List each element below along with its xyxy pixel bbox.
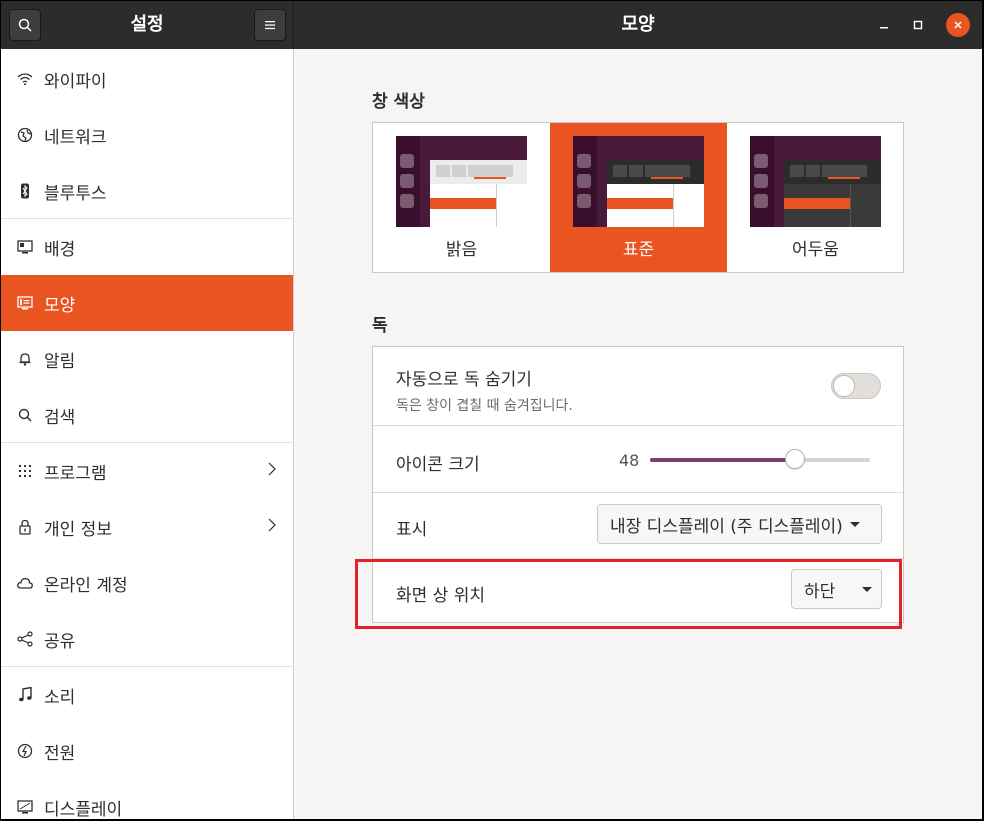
sidebar-item-online-accounts[interactable]: 온라인 계정 bbox=[1, 555, 293, 611]
sidebar: 와이파이 네트워크 블루투스 배경 모양 알림 검색 프로그램 개인 정보 온라… bbox=[1, 49, 294, 819]
sidebar-item-network[interactable]: 네트워크 bbox=[1, 107, 293, 163]
maximize-button[interactable] bbox=[906, 13, 930, 37]
appearance-icon bbox=[17, 295, 33, 311]
sidebar-item-bluetooth[interactable]: 블루투스 bbox=[1, 163, 293, 219]
sidebar-header: 설정 bbox=[1, 1, 294, 49]
sidebar-item-label: 모양 bbox=[44, 295, 76, 316]
theme-selector: 밝음 표준 어두움 bbox=[372, 122, 904, 273]
toggle-knob bbox=[833, 375, 855, 397]
standard-theme-preview bbox=[573, 136, 704, 227]
sidebar-item-search[interactable]: 검색 bbox=[1, 387, 293, 443]
menu-button[interactable] bbox=[254, 9, 286, 41]
theme-label: 밝음 bbox=[445, 240, 478, 260]
wifi-icon bbox=[17, 71, 33, 87]
auto-hide-description: 독은 창이 겹칠 때 숨겨집니다. bbox=[396, 398, 573, 414]
dock-title: 독 bbox=[372, 316, 388, 336]
bluetooth-icon bbox=[17, 183, 33, 199]
sidebar-item-appearance[interactable]: 모양 bbox=[1, 275, 293, 331]
apps-grid-icon bbox=[17, 463, 33, 479]
hamburger-icon bbox=[265, 21, 275, 30]
chevron-right-icon bbox=[268, 462, 276, 476]
power-icon bbox=[17, 743, 33, 759]
minimize-icon bbox=[880, 27, 888, 29]
sidebar-item-privacy[interactable]: 개인 정보 bbox=[1, 499, 293, 555]
settings-window: 설정 모양 와이파이 네트워크 블루투스 배경 모양 알림 검색 프로그램 개인… bbox=[1, 1, 982, 819]
sidebar-item-applications[interactable]: 프로그램 bbox=[1, 443, 293, 499]
dark-theme-preview bbox=[750, 136, 881, 227]
light-theme-preview bbox=[396, 136, 527, 227]
theme-option-standard[interactable]: 표준 bbox=[550, 123, 727, 272]
icon-size-slider[interactable] bbox=[650, 449, 870, 469]
auto-hide-label: 자동으로 독 숨기기 bbox=[396, 370, 532, 390]
row-divider bbox=[373, 492, 903, 493]
auto-hide-toggle[interactable] bbox=[831, 373, 881, 399]
sidebar-item-label: 검색 bbox=[44, 407, 76, 428]
window-colors-title: 창 색상 bbox=[372, 92, 425, 112]
sidebar-item-label: 공유 bbox=[44, 631, 76, 652]
sidebar-item-background[interactable]: 배경 bbox=[1, 219, 293, 275]
sidebar-item-label: 프로그램 bbox=[44, 463, 107, 484]
icon-size-value: 48 bbox=[619, 451, 640, 470]
bell-icon bbox=[17, 351, 33, 367]
close-icon bbox=[954, 21, 962, 29]
sidebar-item-display[interactable]: 디스플레이 bbox=[1, 779, 293, 819]
search-icon bbox=[18, 18, 32, 32]
icon-size-label: 아이콘 크기 bbox=[396, 455, 480, 475]
sidebar-item-label: 알림 bbox=[44, 351, 76, 372]
search-icon bbox=[17, 407, 33, 423]
sidebar-title: 설정 bbox=[130, 14, 164, 35]
row-divider bbox=[373, 425, 903, 426]
display-icon bbox=[17, 799, 33, 815]
slider-fill bbox=[650, 458, 796, 462]
maximize-icon bbox=[913, 20, 923, 30]
dropdown-arrow-icon bbox=[849, 521, 860, 527]
theme-option-light[interactable]: 밝음 bbox=[373, 123, 550, 272]
sidebar-item-power[interactable]: 전원 bbox=[1, 723, 293, 779]
sidebar-item-wifi[interactable]: 와이파이 bbox=[1, 51, 293, 107]
sidebar-item-label: 온라인 계정 bbox=[44, 575, 128, 596]
sidebar-item-sharing[interactable]: 공유 bbox=[1, 611, 293, 667]
header-bar: 설정 모양 bbox=[1, 1, 982, 49]
sidebar-item-label: 배경 bbox=[44, 239, 76, 260]
network-icon bbox=[17, 127, 33, 143]
show-on-label: 표시 bbox=[396, 520, 428, 540]
slider-handle[interactable] bbox=[785, 449, 806, 469]
sidebar-item-sound[interactable]: 소리 bbox=[1, 667, 293, 723]
sidebar-item-notifications[interactable]: 알림 bbox=[1, 331, 293, 387]
theme-label: 어두움 bbox=[792, 240, 839, 260]
close-button[interactable] bbox=[946, 13, 970, 37]
theme-option-dark[interactable]: 어두움 bbox=[727, 123, 904, 272]
sidebar-item-label: 개인 정보 bbox=[44, 519, 112, 540]
show-on-dropdown[interactable]: 내장 디스플레이 (주 디스플레이) bbox=[597, 504, 882, 544]
sidebar-item-label: 네트워크 bbox=[44, 127, 107, 148]
sidebar-item-label: 전원 bbox=[44, 743, 76, 764]
search-button[interactable] bbox=[9, 9, 41, 41]
theme-label: 표준 bbox=[622, 240, 655, 260]
sidebar-item-label: 블루투스 bbox=[44, 183, 107, 204]
share-icon bbox=[17, 631, 33, 647]
chevron-right-icon bbox=[268, 518, 276, 532]
sidebar-item-label: 소리 bbox=[44, 687, 76, 708]
minimize-button[interactable] bbox=[872, 13, 896, 37]
sidebar-item-label: 디스플레이 bbox=[44, 799, 123, 820]
music-note-icon bbox=[17, 687, 33, 703]
cloud-icon bbox=[17, 575, 33, 591]
annotation-highlight-box bbox=[355, 559, 902, 629]
dropdown-value: 내장 디스플레이 (주 디스플레이) bbox=[610, 516, 843, 537]
lock-icon bbox=[17, 519, 33, 535]
sidebar-item-label: 와이파이 bbox=[44, 71, 107, 92]
background-icon bbox=[17, 239, 33, 255]
